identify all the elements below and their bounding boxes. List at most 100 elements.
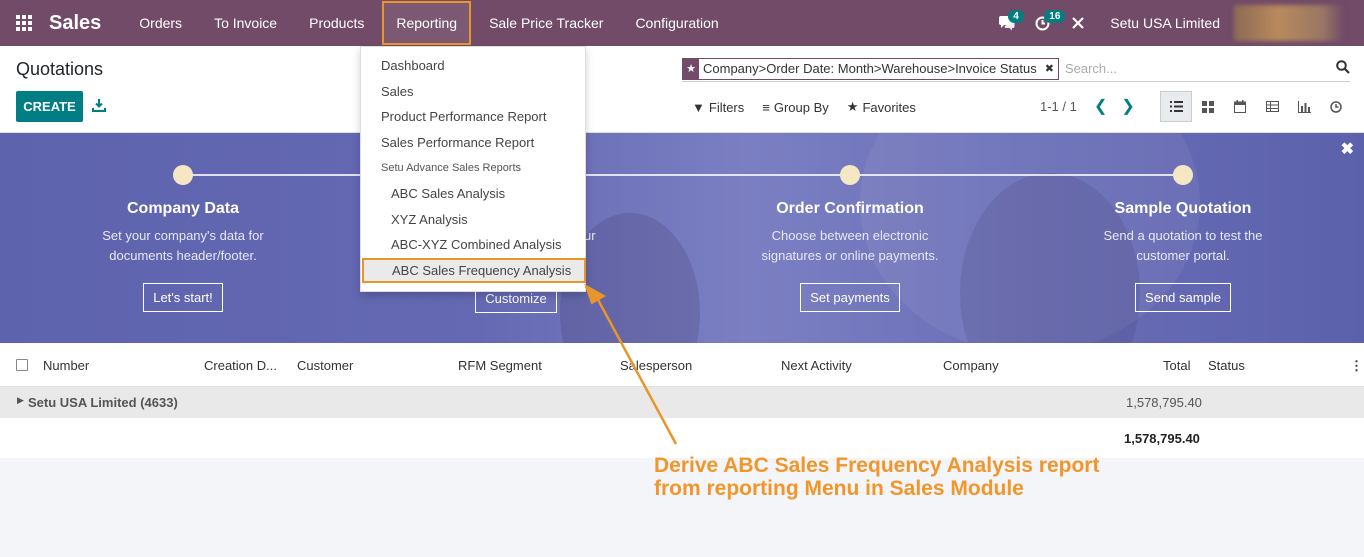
pager-value[interactable]: 1-1 / 1 — [1040, 99, 1077, 114]
group-by-label: Group By — [773, 99, 829, 115]
progress-line — [183, 174, 1183, 176]
view-switcher — [1160, 91, 1352, 122]
control-panel: Quotations CREATE ★ Company>Order Date: … — [0, 46, 1364, 133]
activity-view-icon[interactable] — [1320, 91, 1352, 122]
menu-section-header: Setu Advance Sales Reports — [381, 162, 522, 174]
menu-configuration[interactable]: Configuration — [619, 0, 734, 46]
menu-item-dashboard[interactable]: Dashboard — [361, 53, 585, 79]
list-view-icon[interactable] — [1160, 91, 1192, 122]
column-number[interactable]: Number — [43, 358, 89, 373]
column-options-icon[interactable]: ⋮ — [1350, 358, 1363, 374]
chevron-left-icon[interactable]: ❮ — [1094, 96, 1107, 116]
menu-reporting[interactable]: Reporting — [382, 1, 472, 45]
search-options: ▼ Filters ≡ Group By ★ Favorites — [692, 99, 916, 115]
menu-sale-price-tracker[interactable]: Sale Price Tracker — [473, 0, 619, 46]
debug-tools-icon[interactable] — [1060, 0, 1096, 46]
search-icon[interactable] — [1336, 60, 1350, 74]
step-sample-quotation: Sample Quotation Send a quotation to tes… — [1063, 200, 1303, 312]
grand-total: 1,578,795.40 — [1124, 431, 1200, 446]
graph-view-icon[interactable] — [1288, 91, 1320, 122]
search-input[interactable]: Search... — [1065, 61, 1350, 76]
top-navbar: Sales Orders To Invoice Products Reporti… — [0, 0, 1364, 46]
step-dot — [840, 165, 860, 185]
page-title: Quotations — [16, 59, 104, 79]
menu-item-abc-sales-frequency[interactable]: ABC Sales Frequency Analysis — [362, 257, 586, 283]
pager-arrows: ❮ ❯ — [1094, 96, 1135, 116]
close-icon[interactable]: ✖ — [1041, 62, 1058, 75]
step-desc-line: documents header/footer. — [109, 248, 257, 263]
star-icon: ★ — [846, 99, 859, 114]
search-bar[interactable]: ★ Company>Order Date: Month>Warehouse>In… — [682, 56, 1350, 82]
select-all-checkbox[interactable] — [16, 359, 28, 371]
step-description: Choose between electronic signatures or … — [730, 226, 970, 266]
pivot-view-icon[interactable] — [1256, 91, 1288, 122]
step-title: Sample Quotation — [1114, 200, 1252, 217]
onboarding-banner: ✖ Company Data Set your company's data f… — [0, 133, 1364, 343]
activities-icon[interactable]: 16 — [1024, 0, 1066, 46]
app-name[interactable]: Sales — [49, 12, 101, 35]
bars-icon: ≡ — [762, 99, 770, 115]
step-description: Set your company's data for documents he… — [63, 226, 303, 266]
messages-icon[interactable]: 4 — [988, 0, 1024, 46]
group-row[interactable]: ▶ Setu USA Limited (4633) 1,578,795.40 — [0, 387, 1364, 418]
lets-start-button[interactable]: Let's start! — [143, 283, 223, 312]
step-desc-line: Send a quotation to test the — [1103, 228, 1263, 243]
favorites-button[interactable]: ★ Favorites — [847, 99, 916, 115]
step-dot — [1173, 165, 1193, 185]
apps-menu-icon[interactable] — [0, 0, 48, 46]
step-description: Send a quotation to test the customer po… — [1063, 226, 1303, 266]
reporting-dropdown: Dashboard Sales Product Performance Repo… — [360, 46, 586, 292]
filter-icon: ▼ — [692, 99, 705, 115]
menu-item-xyz-analysis[interactable]: XYZ Analysis — [361, 207, 585, 233]
menu-item-product-performance[interactable]: Product Performance Report — [361, 104, 585, 130]
kanban-view-icon[interactable] — [1192, 91, 1224, 122]
send-sample-button[interactable]: Send sample — [1135, 283, 1231, 312]
step-dot — [173, 165, 193, 185]
filters-button[interactable]: ▼ Filters — [692, 99, 744, 115]
menu-item-abc-sales-analysis[interactable]: ABC Sales Analysis — [361, 181, 585, 207]
column-next-activity[interactable]: Next Activity — [781, 358, 852, 373]
step-desc-line: Choose between electronic — [771, 228, 929, 243]
column-rfm-segment[interactable]: RFM Segment — [458, 358, 542, 373]
chevron-right-icon[interactable]: ❯ — [1121, 96, 1134, 116]
column-company[interactable]: Company — [943, 358, 999, 373]
column-total[interactable]: Total — [1163, 358, 1190, 373]
favorites-label: Favorites — [862, 99, 916, 115]
caret-right-icon: ▶ — [17, 395, 24, 405]
menu-products[interactable]: Products — [293, 0, 380, 46]
list-header: Number Creation D... Customer RFM Segmen… — [0, 343, 1364, 387]
close-icon[interactable]: ✖ — [1341, 139, 1354, 159]
menu-orders[interactable]: Orders — [123, 0, 198, 46]
group-by-button[interactable]: ≡ Group By — [762, 99, 829, 115]
menu-item-abc-xyz-combined[interactable]: ABC-XYZ Combined Analysis — [361, 232, 585, 258]
column-salesperson[interactable]: Salesperson — [620, 358, 692, 373]
facet-label: Company>Order Date: Month>Warehouse>Invo… — [703, 61, 1037, 76]
step-company-data: Company Data Set your company's data for… — [63, 200, 303, 312]
step-order-confirmation: Order Confirmation Choose between electr… — [730, 200, 970, 312]
calendar-view-icon[interactable] — [1224, 91, 1256, 122]
set-payments-button[interactable]: Set payments — [800, 283, 900, 312]
user-avatar[interactable] — [1234, 5, 1344, 41]
column-creation-date[interactable]: Creation D... — [204, 358, 277, 373]
step-desc-line: customer portal. — [1136, 248, 1230, 263]
search-facet[interactable]: ★ Company>Order Date: Month>Warehouse>In… — [682, 57, 1059, 80]
messages-badge: 4 — [1008, 10, 1024, 23]
column-customer[interactable]: Customer — [297, 358, 353, 373]
step-desc-line: Set your company's data for — [102, 228, 264, 243]
step-title: Order Confirmation — [776, 200, 924, 217]
annotation-line: Derive ABC Sales Frequency Analysis repo… — [654, 454, 1100, 477]
menu-item-sales-performance[interactable]: Sales Performance Report — [361, 130, 585, 156]
download-icon[interactable] — [92, 98, 106, 112]
annotation-text: Derive ABC Sales Frequency Analysis repo… — [654, 454, 1099, 500]
filters-label: Filters — [708, 99, 745, 115]
menu-item-sales[interactable]: Sales — [361, 79, 585, 105]
group-label: Setu USA Limited (4633) — [28, 395, 178, 410]
annotation-line: from reporting Menu in Sales Module — [654, 477, 1024, 500]
total-row: 1,578,795.40 — [0, 418, 1364, 458]
step-title: Company Data — [126, 200, 240, 217]
company-switcher[interactable]: Setu USA Limited — [1096, 15, 1234, 31]
create-button[interactable]: CREATE — [16, 91, 83, 122]
menu-to-invoice[interactable]: To Invoice — [198, 0, 293, 46]
column-status[interactable]: Status — [1208, 358, 1245, 373]
star-icon: ★ — [683, 58, 699, 79]
